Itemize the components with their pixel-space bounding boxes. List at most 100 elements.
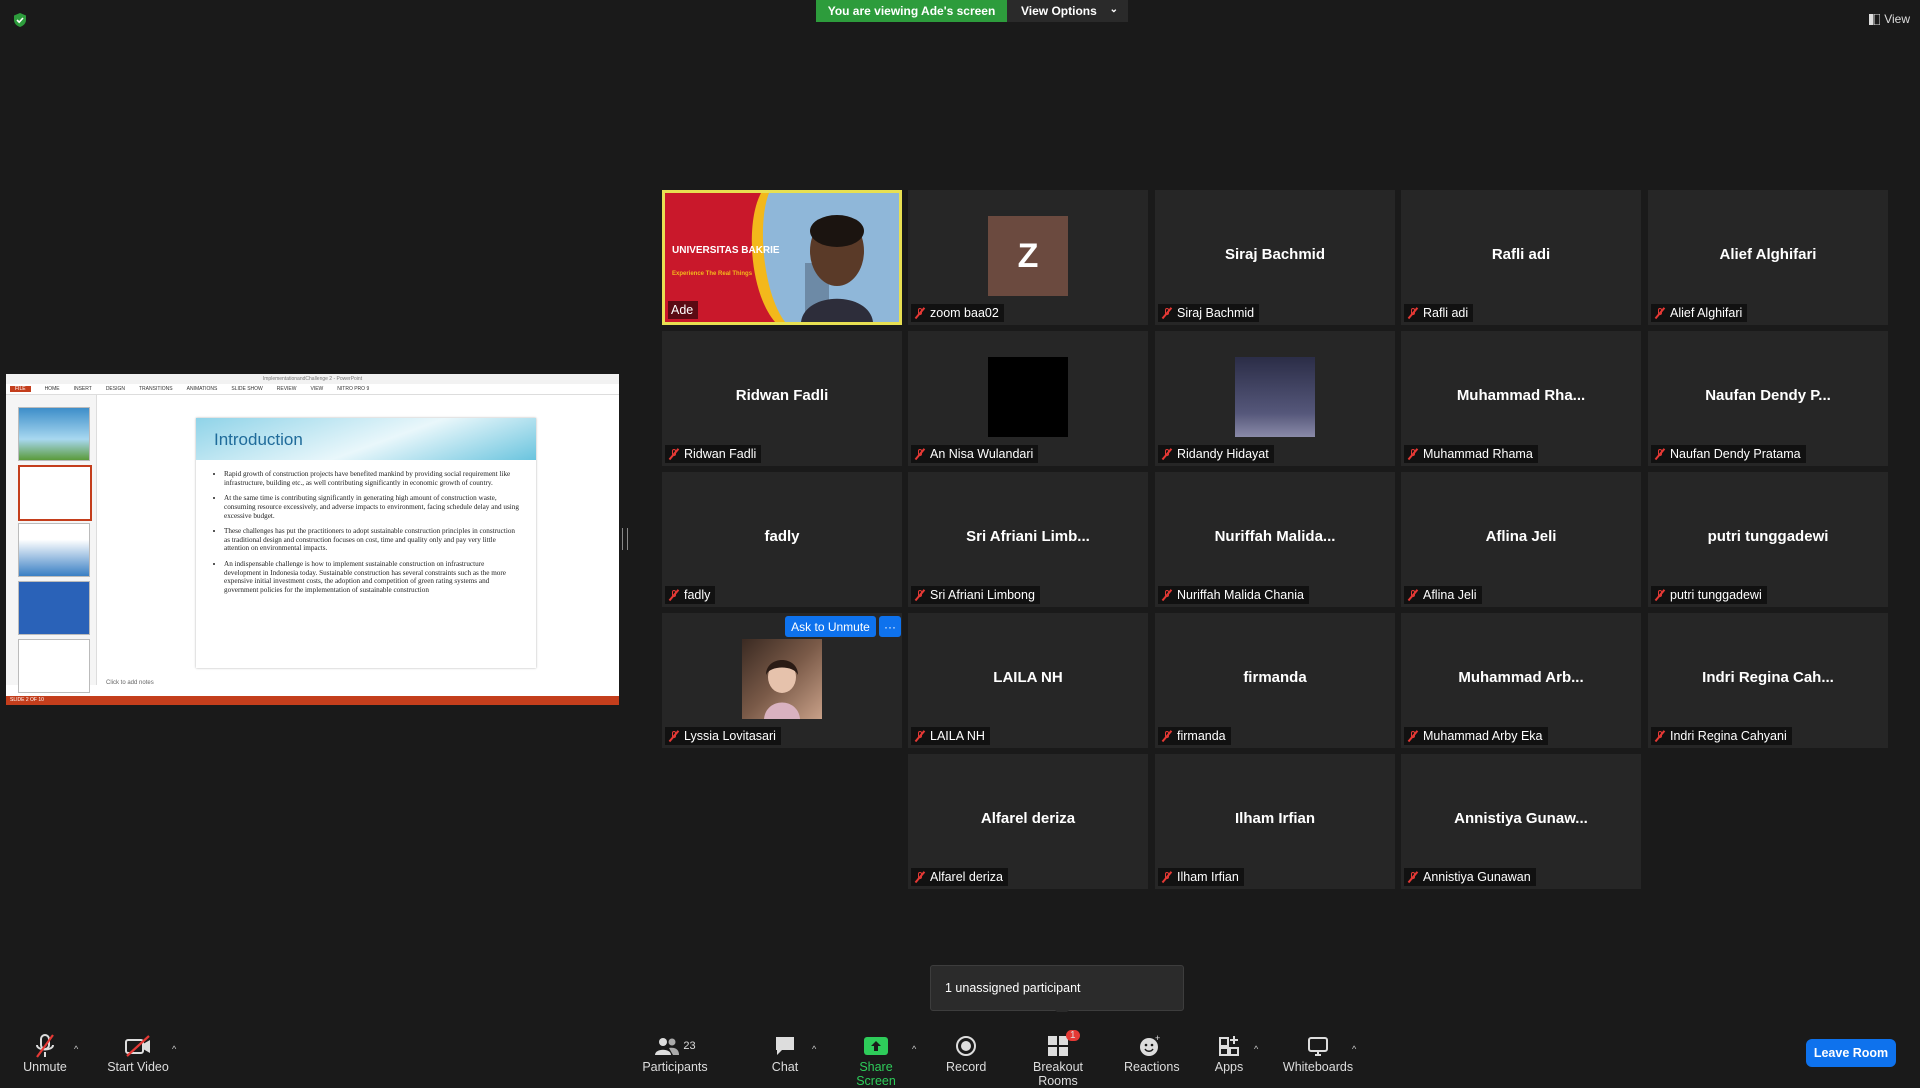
- breakout-rooms-label: Breakout Rooms: [1032, 1060, 1084, 1088]
- participant-display-name: Ilham Irfian: [1234, 810, 1316, 827]
- participant-name: Lyssia Lovitasari: [684, 729, 776, 743]
- apps-options-caret[interactable]: ^: [1254, 1044, 1258, 1054]
- participant-tile[interactable]: fadly fadly: [662, 472, 902, 607]
- apps-button[interactable]: Apps: [1214, 1032, 1244, 1074]
- ask-to-unmute-button[interactable]: Ask to Unmute: [785, 616, 876, 637]
- participant-tile[interactable]: Muhammad Rha... Muhammad Rhama: [1401, 331, 1641, 466]
- whiteboards-button[interactable]: Whiteboards: [1282, 1032, 1354, 1074]
- participant-tile[interactable]: Annistiya Gunaw... Annistiya Gunawan: [1401, 754, 1641, 889]
- more-options-button[interactable]: ···: [879, 616, 901, 637]
- participant-display-name: Ridwan Fadli: [735, 387, 829, 404]
- microphone-muted-icon: [1161, 730, 1173, 742]
- participant-tile[interactable]: Ilham Irfian Ilham Irfian: [1155, 754, 1395, 889]
- participant-tile[interactable]: Ridwan Fadli Ridwan Fadli: [662, 331, 902, 466]
- participant-name-label: An Nisa Wulandari: [911, 445, 1039, 463]
- microphone-muted-icon: [1654, 730, 1666, 742]
- video-off-icon: [106, 1032, 170, 1060]
- participant-name-label: zoom baa02: [911, 304, 1004, 322]
- participant-name-label: Alfarel deriza: [911, 868, 1008, 886]
- ade-video-feed: [665, 193, 899, 322]
- participant-tile[interactable]: Zzoom baa02: [908, 190, 1148, 325]
- university-tagline: Experience The Real Things: [672, 271, 753, 277]
- ribbon-tab: ANIMATIONS: [186, 386, 218, 392]
- participant-name: firmanda: [1177, 729, 1226, 743]
- participant-tile[interactable]: putri tunggadewi putri tunggadewi: [1648, 472, 1888, 607]
- participant-display-name: Sri Afriani Limb...: [966, 528, 1090, 545]
- participant-name-label: Nuriffah Malida Chania: [1158, 586, 1309, 604]
- participant-name: Indri Regina Cahyani: [1670, 729, 1787, 743]
- participant-tile[interactable]: An Nisa Wulandari: [908, 331, 1148, 466]
- participant-name-label: Ade: [668, 301, 699, 319]
- participant-tile[interactable]: Indri Regina Cah... Indri Regina Cahyani: [1648, 613, 1888, 748]
- reactions-label: Reactions: [1124, 1060, 1180, 1074]
- share-screen-icon: [864, 1037, 888, 1055]
- unmute-button[interactable]: Unmute: [22, 1032, 68, 1074]
- audio-options-caret[interactable]: ^: [74, 1044, 78, 1054]
- microphone-muted-icon: [914, 589, 926, 601]
- participant-tile[interactable]: Siraj Bachmid Siraj Bachmid: [1155, 190, 1395, 325]
- video-options-caret[interactable]: ^: [172, 1044, 176, 1054]
- slide-bullet: At the same time is contributing signifi…: [224, 494, 522, 520]
- chat-icon: [776, 1037, 794, 1055]
- start-video-button[interactable]: Start Video: [106, 1032, 170, 1074]
- record-button[interactable]: Record: [946, 1032, 986, 1074]
- participants-button[interactable]: 23 Participants: [642, 1032, 708, 1074]
- security-shield-icon[interactable]: [12, 12, 28, 28]
- chat-button[interactable]: Chat: [770, 1032, 800, 1074]
- participant-name: putri tunggadewi: [1670, 588, 1762, 602]
- participant-name: Rafli adi: [1423, 306, 1469, 320]
- participant-name-label: Ridwan Fadli: [665, 445, 762, 463]
- microphone-muted-icon: [22, 1032, 68, 1060]
- participant-tile[interactable]: Alief Alghifari Alief Alghifari: [1648, 190, 1888, 325]
- chat-options-caret[interactable]: ^: [812, 1044, 816, 1054]
- avatar: [988, 357, 1068, 437]
- grid-view-icon: [1869, 13, 1881, 25]
- microphone-muted-icon: [668, 589, 680, 601]
- share-options-caret[interactable]: ^: [912, 1044, 916, 1054]
- participant-name: Ade: [671, 303, 694, 317]
- view-options-button[interactable]: View Options ⌄: [1007, 0, 1128, 22]
- participant-tile[interactable]: Nuriffah Malida... Nuriffah Malida Chania: [1155, 472, 1395, 607]
- participant-tile[interactable]: Ridandy Hidayat: [1155, 331, 1395, 466]
- powerpoint-ribbon: FILE HOME INSERT DESIGN TRANSITIONS ANIMATION…: [6, 384, 619, 395]
- shared-screen[interactable]: ImplementationandChallenge 2 - PowerPoin…: [6, 374, 619, 705]
- microphone-muted-icon: [1161, 307, 1173, 319]
- slide-thumbnails: [6, 395, 97, 693]
- slide-thumbnail: [18, 639, 90, 693]
- participant-display-name: Muhammad Arb...: [1458, 669, 1584, 686]
- slide-bullet: Rapid growth of construction projects ha…: [224, 470, 522, 487]
- participant-name: Aflina Jeli: [1423, 588, 1477, 602]
- split-view-divider[interactable]: [622, 528, 628, 550]
- participant-tile[interactable]: Rafli adi Rafli adi: [1401, 190, 1641, 325]
- participant-name: zoom baa02: [930, 306, 999, 320]
- reactions-button[interactable]: + Reactions: [1124, 1032, 1180, 1074]
- participant-tile[interactable]: LAILA NH LAILA NH: [908, 613, 1148, 748]
- meeting-toolbar: Unmute ^ Start Video ^ 23 Participants C…: [0, 1012, 1920, 1088]
- participant-name: Annistiya Gunawan: [1423, 870, 1531, 884]
- microphone-muted-icon: [914, 307, 926, 319]
- participant-name-label: putri tunggadewi: [1651, 586, 1767, 604]
- participant-tile[interactable]: Sri Afriani Limb... Sri Afriani Limbong: [908, 472, 1148, 607]
- breakout-badge: 1: [1066, 1030, 1080, 1041]
- powerpoint-title-bar: ImplementationandChallenge 2 - PowerPoin…: [6, 374, 619, 384]
- participant-display-name: Alfarel deriza: [980, 810, 1076, 827]
- participant-tile[interactable]: Muhammad Arb... Muhammad Arby Eka: [1401, 613, 1641, 748]
- whiteboards-options-caret[interactable]: ^: [1352, 1044, 1356, 1054]
- participant-tile[interactable]: firmanda firmanda: [1155, 613, 1395, 748]
- ribbon-tab: SLIDE SHOW: [231, 386, 263, 392]
- participant-tile[interactable]: UNIVERSITAS BAKRIE Experience The Real Th…: [662, 190, 902, 325]
- view-label: View: [1884, 12, 1910, 26]
- participant-tile[interactable]: Naufan Dendy P... Naufan Dendy Pratama: [1648, 331, 1888, 466]
- slide-bullet: These challenges has put the practitione…: [224, 527, 522, 553]
- participant-tile[interactable]: Alfarel deriza Alfarel deriza: [908, 754, 1148, 889]
- ribbon-tab: REVIEW: [276, 386, 297, 392]
- microphone-muted-icon: [1407, 448, 1419, 460]
- start-video-label: Start Video: [107, 1060, 169, 1074]
- participant-name-label: LAILA NH: [911, 727, 990, 745]
- leave-room-button[interactable]: Leave Room: [1806, 1039, 1896, 1067]
- participant-tile[interactable]: Aflina Jeli Aflina Jeli: [1401, 472, 1641, 607]
- slide-thumbnail: [18, 581, 90, 635]
- microphone-muted-icon: [668, 730, 680, 742]
- view-layout-button[interactable]: View: [1869, 12, 1910, 26]
- participants-count: 23: [683, 1040, 696, 1052]
